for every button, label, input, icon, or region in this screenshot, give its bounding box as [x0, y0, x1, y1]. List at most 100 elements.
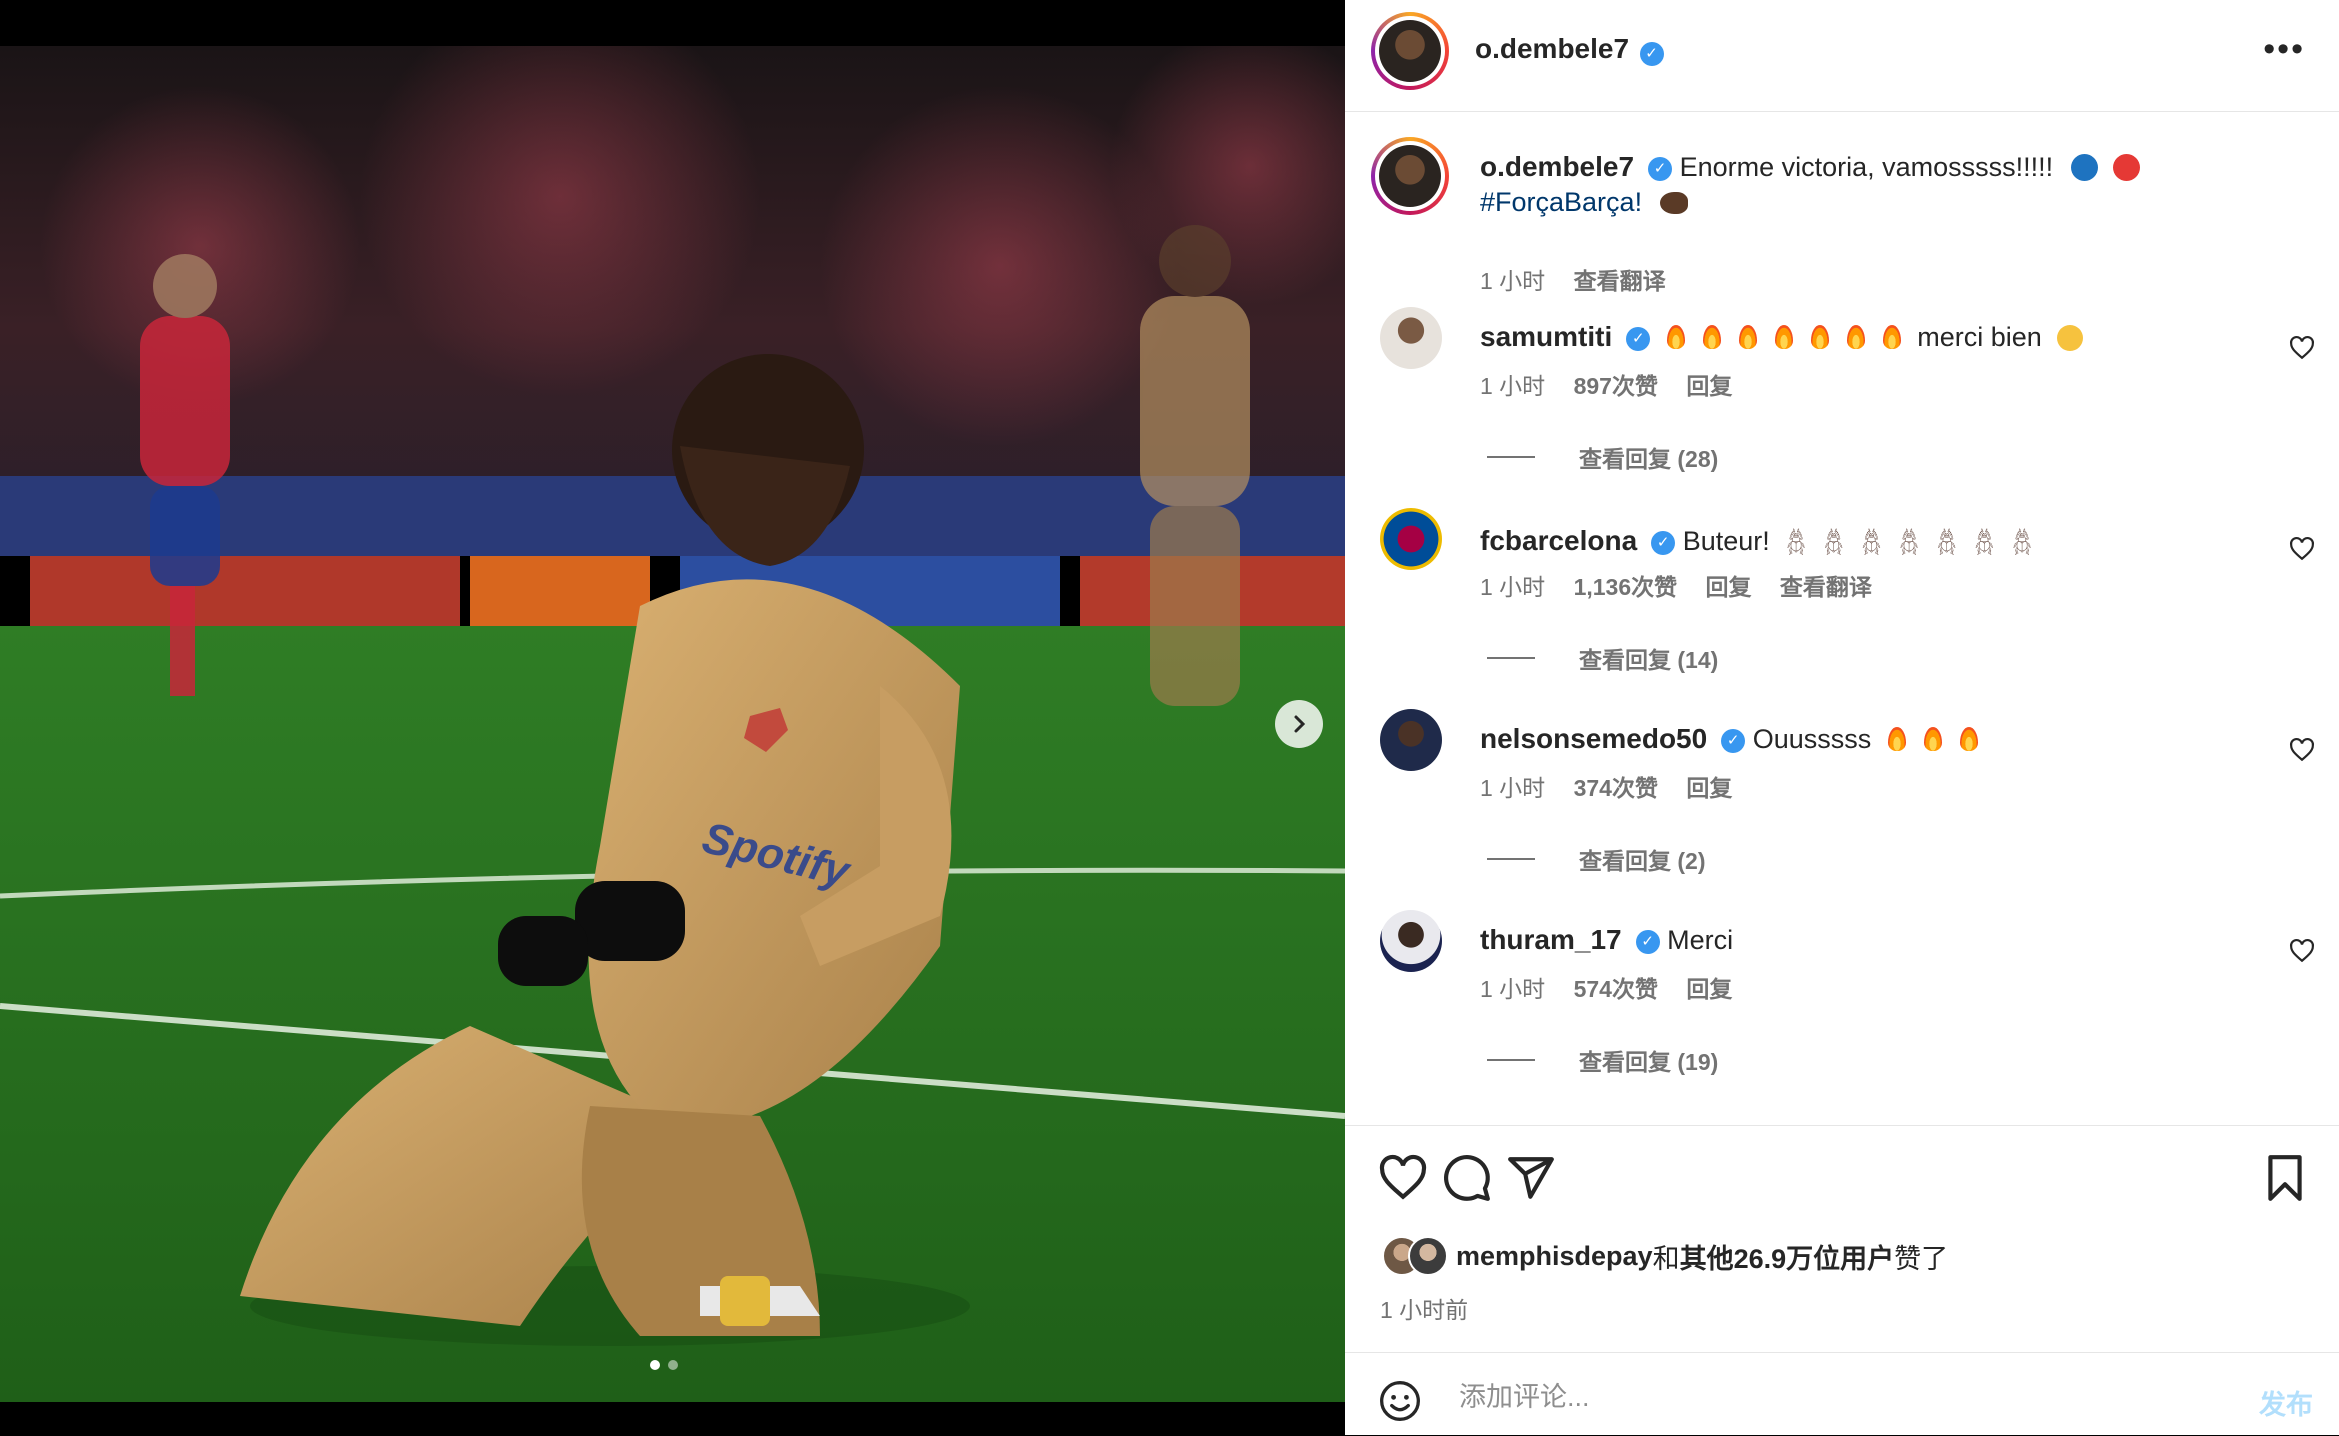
comment-item: samumtiti ✓ merci bien 1 小时 897次赞 回复 查看回复…	[1345, 307, 2339, 507]
comment-time: 1 小时	[1480, 574, 1546, 600]
comment-item: fcbarcelona ✓ Buteur! 𓆣𓆣𓆣𓆣𓆣𓆣𓆣 1 小时 1,136次…	[1345, 508, 2339, 708]
commenter-avatar[interactable]	[1380, 508, 1442, 570]
mosquito-emoji: 𓆣	[1974, 530, 1995, 555]
mosquito-emoji: 𓆣	[1786, 530, 1806, 555]
post-timestamp[interactable]: 1 小时前	[1380, 1291, 1468, 1325]
comment-likes[interactable]: 897次赞	[1574, 373, 1658, 399]
comment-icon[interactable]	[1442, 1153, 1492, 1203]
like-comment-icon[interactable]	[2289, 335, 2315, 361]
comment-input[interactable]	[1457, 1373, 2161, 1421]
fire-emoji	[1738, 325, 1757, 349]
verified-icon: ✓	[1635, 929, 1660, 954]
comment-composer: 发布	[1345, 1352, 2339, 1436]
commenter-avatar[interactable]	[1380, 910, 1442, 972]
fire-emoji	[1846, 325, 1865, 349]
mosquito-emoji: 𓆣	[1899, 530, 1919, 555]
translate-link[interactable]: 查看翻译	[1574, 268, 1666, 294]
commenter-avatar[interactable]	[1380, 307, 1442, 369]
more-icon[interactable]: •••	[2263, 30, 2305, 69]
fire-emoji	[1666, 325, 1685, 349]
verified-icon: ✓	[1648, 156, 1673, 181]
translate-link[interactable]: 查看翻译	[1780, 574, 1872, 600]
like-icon[interactable]	[1378, 1153, 1428, 1203]
comment-item: thuram_17 ✓ Merci 1 小时 574次赞 回复 查看回复 (19)	[1345, 910, 2339, 1110]
comment-likes[interactable]: 574次赞	[1574, 976, 1658, 1002]
fire-emoji	[1882, 325, 1901, 349]
carousel-dot-active	[650, 1360, 660, 1370]
reply-button[interactable]: 回复	[1686, 976, 1732, 1002]
post-header: o.dembele7 ✓ •••	[1345, 0, 2339, 112]
commenter-avatar[interactable]	[1380, 709, 1442, 771]
comment-username[interactable]: nelsonsemedo50	[1480, 723, 1707, 754]
comment-username[interactable]: fcbarcelona	[1480, 525, 1637, 556]
comment-time: 1 小时	[1480, 976, 1546, 1002]
blue-circle-emoji	[2070, 154, 2098, 181]
reply-button[interactable]: 回复	[1686, 775, 1732, 801]
comments-list: o.dembele7 ✓ Enorme victoria, vamosssss!!…	[1345, 111, 2339, 1125]
chevron-right-icon	[1294, 715, 1306, 733]
comment-text: Merci	[1667, 925, 1734, 955]
caption: o.dembele7 ✓ Enorme victoria, vamosssss!!…	[1345, 137, 2339, 294]
like-comment-icon[interactable]	[2289, 737, 2315, 763]
action-bar: memphisdepay 和 其他26.9万位用户 赞了 1 小时前	[1345, 1125, 2339, 1356]
post-comment-button[interactable]: 发布	[2259, 1383, 2313, 1422]
comment-item: nelsonsemedo50 ✓ Ouusssss 1 小时 374次赞 回复 查…	[1345, 709, 2339, 909]
author-username[interactable]: o.dembele7	[1475, 33, 1629, 64]
next-slide-button[interactable]	[1275, 700, 1323, 748]
fire-emoji	[1959, 727, 1978, 751]
likes-count[interactable]: 其他26.9万位用户	[1680, 1237, 1895, 1276]
fire-emoji	[1810, 325, 1829, 349]
liker-username[interactable]: memphisdepay	[1456, 1241, 1653, 1272]
post-media: Spotify	[0, 0, 1345, 1435]
likes-suffix: 赞了	[1894, 1243, 1949, 1274]
comment-username[interactable]: samumtiti	[1480, 321, 1612, 352]
star-struck-emoji	[2057, 325, 2084, 351]
like-comment-icon[interactable]	[2289, 536, 2315, 562]
caption-avatar[interactable]	[1371, 137, 1449, 215]
mosquito-emoji: 𓆣	[1936, 530, 1957, 555]
comment-likes[interactable]: 374次赞	[1574, 775, 1658, 801]
caption-text: Enorme victoria, vamosssss!!!!!	[1679, 152, 2054, 182]
red-circle-emoji	[2113, 154, 2141, 181]
mosquito-emoji: 𓆣	[1861, 530, 1882, 555]
view-replies-button[interactable]: 查看回复 (2)	[1487, 842, 1706, 876]
verified-icon: ✓	[1651, 530, 1676, 555]
mosquito-emoji: 𓆣	[2012, 530, 2032, 555]
reply-button[interactable]: 回复	[1686, 373, 1732, 399]
save-icon[interactable]	[2260, 1153, 2310, 1203]
carousel-dot	[668, 1360, 678, 1370]
share-icon[interactable]	[1506, 1153, 1556, 1203]
fire-emoji	[1774, 325, 1793, 349]
caption-time: 1 小时	[1480, 268, 1546, 294]
caption-hashtag[interactable]: #ForçaBarça!	[1480, 187, 1642, 217]
post-details-panel: o.dembele7 ✓ ••• o.dembele7 ✓ Enorme vict…	[1345, 0, 2339, 1435]
author-avatar[interactable]	[1371, 12, 1449, 90]
emoji-icon[interactable]	[1378, 1379, 1422, 1423]
comment-username[interactable]: thuram_17	[1480, 924, 1622, 955]
post-photo[interactable]: Spotify	[0, 46, 1345, 1402]
caption-username[interactable]: o.dembele7	[1480, 151, 1634, 182]
verified-icon: ✓	[1721, 728, 1746, 753]
view-replies-button[interactable]: 查看回复 (28)	[1487, 440, 1718, 474]
carousel-indicator	[650, 1360, 678, 1370]
flexed-biceps-emoji	[1659, 192, 1688, 214]
verified-icon: ✓	[1626, 326, 1651, 351]
reply-button[interactable]: 回复	[1706, 574, 1752, 600]
view-replies-button[interactable]: 查看回复 (19)	[1487, 1043, 1718, 1077]
comment-time: 1 小时	[1480, 775, 1546, 801]
verified-icon: ✓	[1639, 41, 1664, 66]
likes-connector: 和	[1652, 1243, 1680, 1274]
fire-emoji	[1923, 727, 1942, 751]
comment-text: Buteur!	[1682, 526, 1770, 556]
comment-likes[interactable]: 1,136次赞	[1574, 574, 1678, 600]
fire-emoji	[1702, 325, 1721, 349]
mosquito-emoji: 𓆣	[1823, 530, 1844, 555]
like-comment-icon[interactable]	[2289, 938, 2315, 964]
likes-summary[interactable]: memphisdepay 和 其他26.9万位用户 赞了	[1382, 1236, 1948, 1276]
comment-text: merci bien	[1917, 322, 2042, 352]
view-replies-button[interactable]: 查看回复 (14)	[1487, 641, 1718, 675]
fire-emoji	[1887, 727, 1906, 751]
liker-avatar	[1408, 1236, 1448, 1276]
comment-time: 1 小时	[1480, 373, 1546, 399]
comment-text: Ouusssss	[1752, 724, 1872, 754]
